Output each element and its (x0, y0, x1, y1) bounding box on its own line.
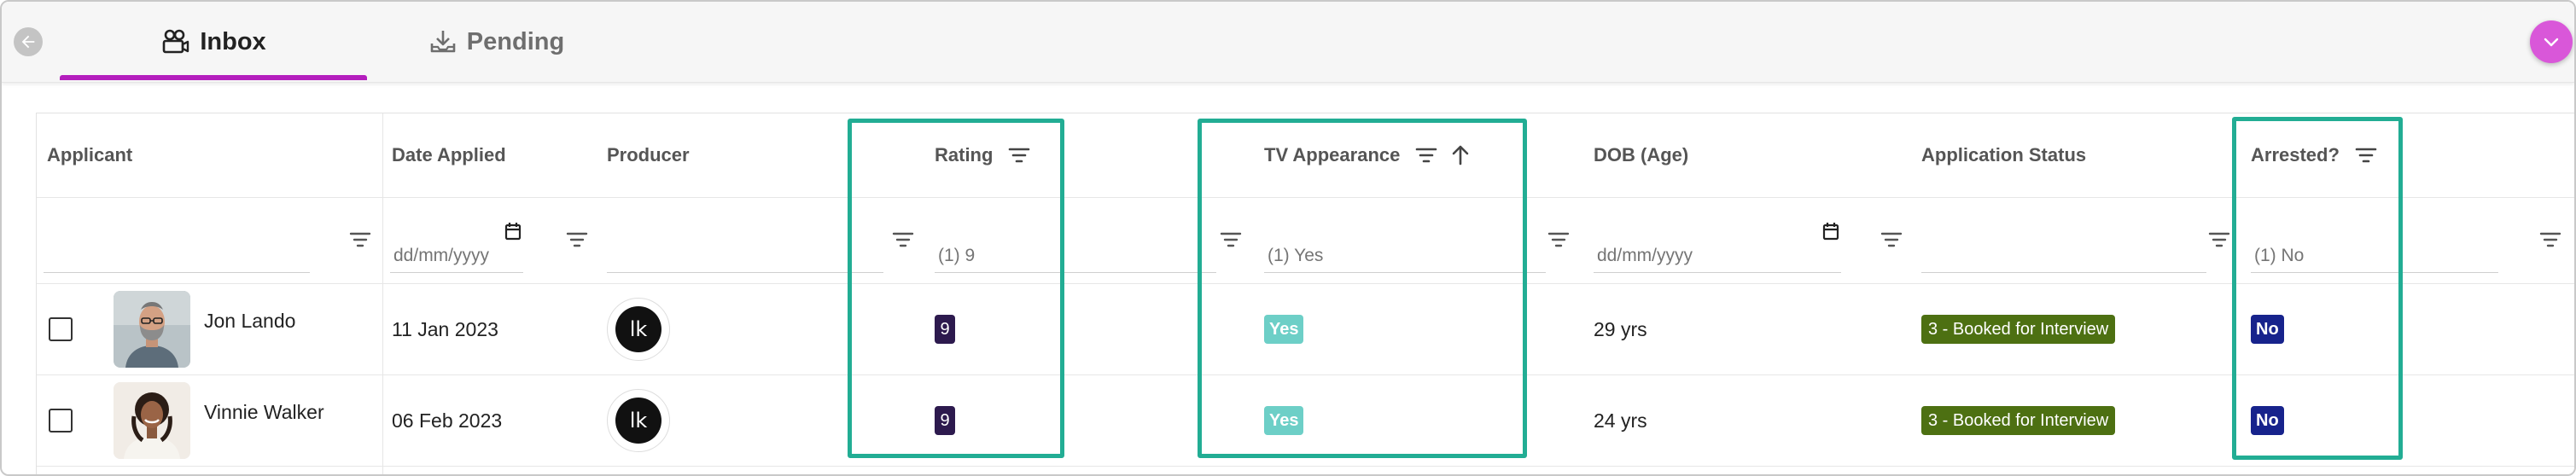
filter-icon[interactable] (1880, 230, 1903, 249)
header-row: Applicant Date Applied Producer Rating T… (37, 113, 2574, 198)
filter-icon (1009, 148, 1030, 163)
tab-inbox[interactable]: Inbox (60, 2, 367, 82)
date-applied-filter-input[interactable] (390, 239, 523, 273)
header-producer[interactable]: Producer (607, 113, 690, 197)
applicant-name[interactable]: Jon Lando (204, 284, 295, 374)
header-applicant[interactable]: Applicant (47, 113, 132, 197)
dob-age: 29 yrs (1594, 317, 1647, 340)
calendar-icon[interactable] (1822, 222, 1839, 241)
producer-avatar[interactable]: lk (607, 375, 670, 466)
avatar (114, 291, 190, 368)
applicants-table: Applicant Date Applied Producer Rating T… (36, 113, 2574, 474)
header-date-applied[interactable]: Date Applied (392, 113, 506, 197)
expand-menu-button[interactable] (2530, 20, 2573, 63)
filter-icon (1416, 148, 1437, 163)
rating-badge: 9 (935, 406, 955, 435)
producer-avatar[interactable]: lk (607, 284, 670, 374)
rating-badge: 9 (935, 315, 955, 344)
tv-appearance-cell: Yes (1264, 375, 1304, 466)
rating-filter-menu-button[interactable] (1008, 146, 1030, 165)
avatar (114, 382, 190, 459)
header-arrested-label: Arrested? (2251, 144, 2340, 165)
row-checkbox[interactable] (49, 284, 73, 374)
download-tray-icon (430, 31, 456, 53)
checkbox[interactable] (49, 317, 73, 341)
status-cell: 3 - Booked for Interview (1921, 375, 2116, 466)
filter-icon[interactable] (566, 230, 588, 249)
date-applied: 06 Feb 2023 (392, 409, 503, 432)
producer-filter-input[interactable] (607, 239, 883, 273)
status-filter-input[interactable] (1921, 239, 2206, 273)
row-checkbox[interactable] (49, 375, 73, 466)
person-photo-icon (114, 291, 190, 368)
applicant-avatar (114, 375, 190, 466)
header-dob[interactable]: DOB (Age) (1594, 113, 1688, 197)
filter-row (37, 198, 2574, 284)
applicant-filter-input[interactable] (44, 239, 310, 273)
active-tab-indicator (60, 75, 367, 80)
producer-initials: lk (615, 306, 661, 352)
applicant-avatar (114, 284, 190, 374)
table-row[interactable]: Vinnie Walker 06 Feb 2023 lk 9 Yes 24 yr… (37, 375, 2574, 467)
arrested-filter-input[interactable] (2251, 239, 2498, 273)
arrested-badge: No (2251, 406, 2284, 435)
header-tv-appearance[interactable]: TV Appearance (1264, 113, 1470, 197)
tv-appearance-sort-button[interactable] (1451, 145, 1470, 165)
header-rating-label: Rating (935, 144, 994, 165)
tv-appearance-filter-input[interactable] (1264, 239, 1546, 273)
status-cell: 3 - Booked for Interview (1921, 284, 2116, 374)
status-badge: 3 - Booked for Interview (1921, 406, 2116, 435)
filter-icon[interactable] (1220, 230, 1242, 249)
rating-cell: 9 (935, 375, 955, 466)
avatar: lk (607, 389, 670, 452)
tv-appearance-badge: Yes (1264, 315, 1304, 344)
arrested-badge: No (2251, 315, 2284, 344)
person-photo-icon (114, 382, 190, 459)
tab-inbox-label: Inbox (200, 27, 266, 55)
table-row[interactable]: Jon Lando 11 Jan 2023 lk 9 Yes 29 yrs 3 … (37, 284, 2574, 375)
date-applied: 11 Jan 2023 (392, 317, 498, 340)
arrow-left-icon (21, 35, 35, 49)
header-tv-appearance-label: TV Appearance (1264, 144, 1401, 165)
tab-pending-label: Pending (466, 27, 565, 55)
checkbox[interactable] (49, 409, 73, 432)
filter-icon[interactable] (2539, 230, 2561, 249)
tab-bar: Inbox Pending (2, 2, 2574, 83)
tv-appearance-cell: Yes (1264, 284, 1304, 374)
tab-pending[interactable]: Pending (394, 2, 599, 82)
filter-icon[interactable] (892, 230, 914, 249)
producer-initials: lk (615, 398, 661, 444)
back-button[interactable] (14, 27, 43, 56)
filter-icon[interactable] (349, 230, 371, 249)
rating-cell: 9 (935, 284, 955, 374)
filter-icon[interactable] (2208, 230, 2230, 249)
status-badge: 3 - Booked for Interview (1921, 315, 2116, 344)
arrested-cell: No (2251, 375, 2284, 466)
rating-filter-input[interactable] (935, 239, 1216, 273)
dob-filter-input[interactable] (1594, 239, 1841, 273)
header-rating[interactable]: Rating (935, 113, 1030, 197)
applicant-name[interactable]: Vinnie Walker (204, 375, 324, 466)
filter-icon (2355, 148, 2377, 163)
header-arrested[interactable]: Arrested? (2251, 113, 2377, 197)
avatar: lk (607, 298, 670, 361)
filter-icon[interactable] (1547, 230, 1570, 249)
arrested-cell: No (2251, 284, 2284, 374)
app-window: Inbox Pending Applicant Date Applied Pro… (0, 0, 2576, 476)
calendar-icon[interactable] (504, 222, 522, 241)
dob-age: 24 yrs (1594, 409, 1647, 432)
arrested-filter-menu-button[interactable] (2355, 146, 2377, 165)
header-application-status[interactable]: Application Status (1921, 113, 2086, 197)
tv-appearance-filter-menu-button[interactable] (1415, 146, 1437, 165)
camera-people-icon (163, 29, 189, 54)
arrow-up-icon (1453, 145, 1469, 165)
tv-appearance-badge: Yes (1264, 406, 1304, 435)
chevron-down-icon (2544, 38, 2559, 47)
